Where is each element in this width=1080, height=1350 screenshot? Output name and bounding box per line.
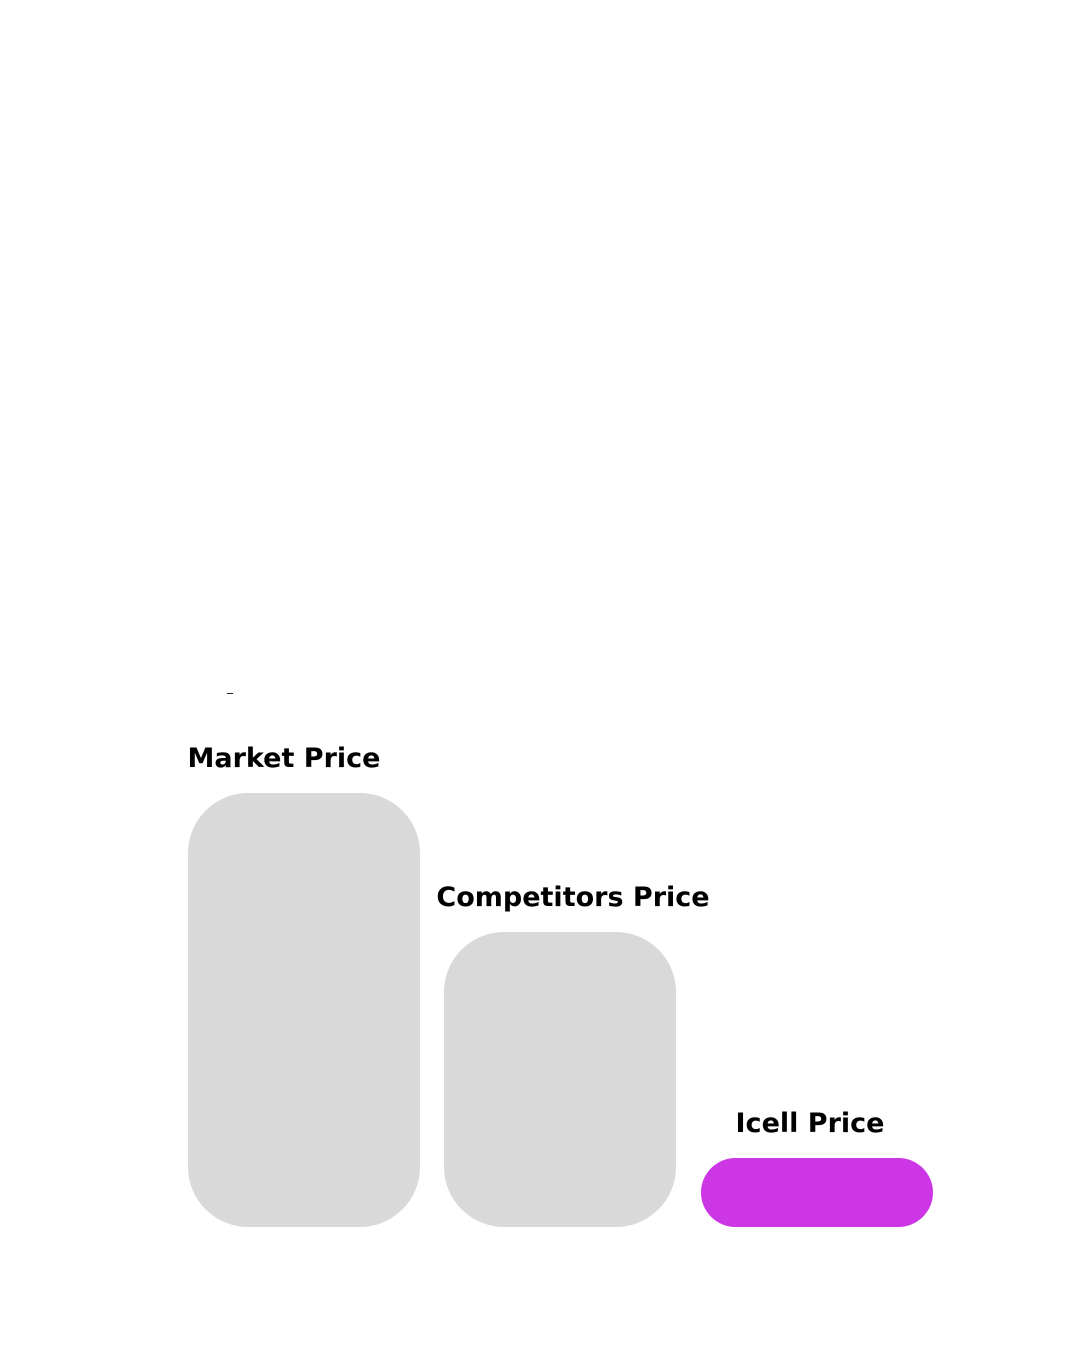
bar-label-icell-price: Icell Price bbox=[735, 1108, 885, 1139]
price-comparison-chart: Market Price Competitors Price Icell Price bbox=[0, 0, 1080, 1350]
dash-mark bbox=[227, 693, 233, 694]
bar-competitors-price bbox=[444, 932, 676, 1227]
bar-icell-price bbox=[701, 1158, 933, 1227]
bar-label-market-price: Market Price bbox=[187, 743, 381, 774]
bar-label-competitors-price: Competitors Price bbox=[436, 882, 710, 913]
bar-market-price bbox=[188, 793, 420, 1227]
